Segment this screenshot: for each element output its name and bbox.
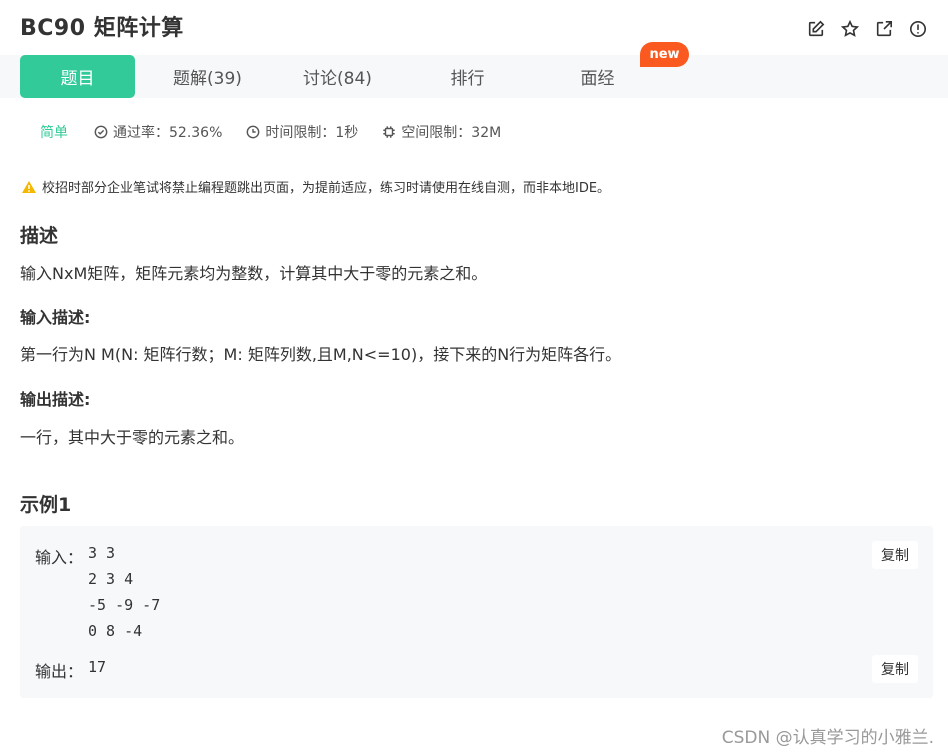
copy-output-button[interactable]: 复制 <box>872 655 918 683</box>
problem-header: BC90 矩阵计算 <box>20 14 928 44</box>
info-icon[interactable] <box>908 19 928 39</box>
edit-icon[interactable] <box>806 19 826 39</box>
pass-rate: 通过率：52.36% <box>94 122 222 142</box>
output-desc-text: 一行，其中大于零的元素之和。 <box>20 428 245 447</box>
pass-rate-text: 通过率：52.36% <box>113 125 223 141</box>
output-desc-title: 输出描述: <box>20 390 91 409</box>
tab-discussion[interactable]: 讨论(84) <box>280 55 395 98</box>
tab-bar: 题目 题解(39) 讨论(84) 排行 面经 <box>0 55 948 98</box>
input-desc-title: 输入描述: <box>20 308 91 327</box>
tab-problem[interactable]: 题目 <box>20 55 135 98</box>
example-input: 3 3 2 3 4 -5 -9 -7 0 8 -4 <box>88 540 160 644</box>
tab-ranking[interactable]: 排行 <box>410 55 525 98</box>
chip-icon <box>383 126 395 138</box>
external-link-icon[interactable] <box>874 19 894 39</box>
input-desc-text: 第一行为N M(N: 矩阵行数；M: 矩阵列数,且M,N<=10)，接下来的N行… <box>20 345 622 364</box>
check-circle-icon <box>94 125 108 139</box>
description-text: 输入NxM矩阵，矩阵元素均为整数，计算其中大于零的元素之和。 <box>20 264 488 283</box>
tab-interviews[interactable]: 面经 <box>540 55 655 98</box>
example-input-line: 0 8 -4 <box>88 622 143 640</box>
warning-icon <box>22 180 36 193</box>
page-title: BC90 矩阵计算 <box>20 16 184 41</box>
example-title: 示例1 <box>20 494 72 516</box>
space-limit: 空间限制：32M <box>382 122 501 142</box>
example-box: 输入： 3 3 2 3 4 -5 -9 -7 0 8 -4 复制 输出： 17 … <box>20 526 933 698</box>
space-limit-text: 空间限制：32M <box>401 125 502 141</box>
new-badge: new <box>640 42 689 67</box>
example-input-line: 3 3 <box>88 544 116 562</box>
difficulty-label: 简单 <box>40 125 68 141</box>
clock-icon <box>247 125 260 139</box>
example-input-line: 2 3 4 <box>88 570 134 588</box>
warning-notice: 校招时部分企业笔试将禁止编程题跳出页面，为提前适应，练习时请使用在线自测，而非本… <box>21 177 610 196</box>
copy-input-button[interactable]: 复制 <box>872 541 918 569</box>
example-input-label: 输入： <box>35 548 84 567</box>
time-limit: 时间限制：1秒 <box>246 122 358 142</box>
header-actions <box>806 19 928 39</box>
watermark: CSDN @认真学习的小雅兰. <box>721 728 934 748</box>
warning-text: 校招时部分企业笔试将禁止编程题跳出页面，为提前适应，练习时请使用在线自测，而非本… <box>42 181 611 196</box>
star-icon[interactable] <box>840 19 860 39</box>
description-title: 描述 <box>20 225 59 247</box>
example-output-value: 17 <box>88 658 107 676</box>
example-output: 17 <box>88 654 106 680</box>
problem-meta: 简单 通过率：52.36% 时间限制：1秒 空间限制：32M <box>40 122 525 142</box>
time-limit-text: 时间限制：1秒 <box>265 125 359 141</box>
example-input-line: -5 -9 -7 <box>88 596 161 614</box>
tab-solutions[interactable]: 题解(39) <box>150 55 265 98</box>
example-output-label: 输出： <box>35 662 84 681</box>
